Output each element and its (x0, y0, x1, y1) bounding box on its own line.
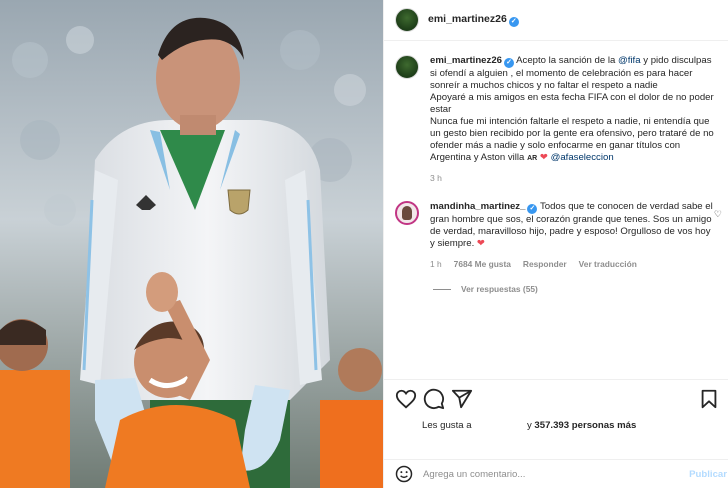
likes-prefix: Les gusta a (422, 420, 472, 431)
comment-text: mandinha_martinez_ ✓ Todos que te conocen… (430, 201, 715, 250)
caption-text: emi_martinez26 ✓ Acepto la sanción de la … (430, 55, 720, 165)
add-comment-bar: Publicar (384, 459, 728, 488)
reply-button[interactable]: Responder (523, 259, 567, 269)
heart-emoji: ❤ (476, 238, 485, 249)
comment-likes[interactable]: 7684 Me gusta (454, 259, 511, 269)
verified-badge-icon: ✓ (504, 58, 514, 68)
flag-ar-icon: AR (527, 155, 538, 162)
publish-button[interactable]: Publicar (689, 469, 727, 480)
view-replies-button[interactable]: Ver respuestas (55) (433, 284, 720, 294)
heart-icon[interactable] (395, 388, 417, 410)
post-side-panel: emi_martinez26 ✓ emi_martinez26 ✓ Acepto l… (383, 0, 728, 488)
caption-time[interactable]: 3 h (430, 173, 720, 183)
commenter-username[interactable]: mandinha_martinez_ (430, 201, 525, 212)
likes-summary[interactable]: Les gusta a y 357.393 personas más (422, 420, 636, 431)
comment-item: mandinha_martinez_ ✓ Todos que te conocen… (395, 201, 722, 294)
emoji-icon[interactable] (395, 465, 413, 483)
comment-icon[interactable] (423, 388, 445, 410)
mention-fifa[interactable]: @fifa (618, 55, 641, 66)
translate-button[interactable]: Ver traducción (579, 259, 637, 269)
verified-badge-icon: ✓ (508, 17, 519, 27)
verified-badge-icon: ✓ (527, 204, 538, 214)
replies-divider (433, 288, 451, 290)
caption-part1: Acepto la sanción de la (516, 55, 619, 66)
author-avatar[interactable] (395, 8, 419, 32)
post-header: emi_martinez26 ✓ (384, 0, 728, 41)
commenter-avatar[interactable] (395, 201, 419, 225)
share-icon[interactable] (451, 388, 473, 410)
comments-scroll-area[interactable]: emi_martinez26 ✓ Acepto la sanción de la … (384, 41, 728, 379)
caption-line2: Apoyaré a mis amigos en esta fecha FIFA … (430, 92, 714, 115)
author-username-text[interactable]: emi_martinez26 (428, 13, 507, 25)
caption-username[interactable]: emi_martinez26 (430, 55, 502, 66)
redacted-name (474, 420, 524, 428)
comment-time[interactable]: 1 h (430, 259, 442, 269)
bookmark-icon[interactable] (698, 388, 720, 410)
comment-meta: 1 h 7684 Me gusta Responder Ver traducci… (430, 259, 720, 269)
caption: emi_martinez26 ✓ Acepto la sanción de la … (395, 55, 720, 183)
view-replies-label: Ver respuestas (55) (461, 284, 538, 294)
comment-input[interactable] (423, 468, 673, 480)
post-photo-illustration (0, 0, 383, 488)
post-photo[interactable] (0, 0, 383, 488)
heart-emoji: ❤ (539, 152, 548, 163)
action-icons-row (395, 388, 720, 412)
post-actions: Les gusta a y 357.393 personas más (384, 379, 728, 459)
likes-y: y (526, 420, 532, 431)
mention-afaseleccion[interactable]: @afaseleccion (551, 152, 614, 163)
likes-count[interactable]: 357.393 personas más (534, 420, 636, 431)
caption-avatar[interactable] (395, 55, 419, 79)
comment-like-icon[interactable]: ♡ (714, 209, 722, 220)
author-username[interactable]: emi_martinez26 ✓ (428, 13, 519, 27)
